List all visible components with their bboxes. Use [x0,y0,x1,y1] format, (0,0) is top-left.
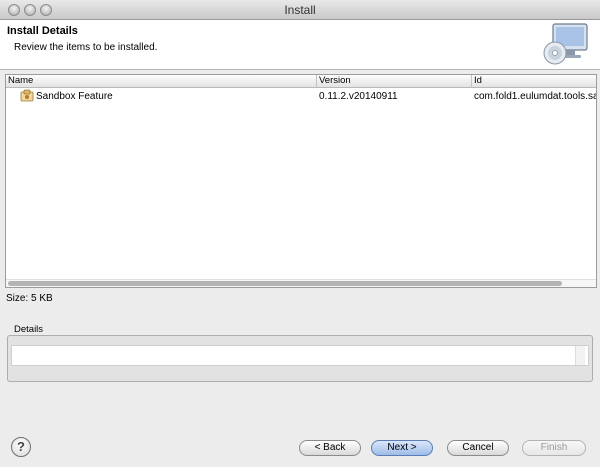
banner-title: Install Details [7,25,78,37]
column-header-name[interactable]: Name [6,75,317,88]
back-button[interactable]: < Back [299,440,361,456]
banner-subtitle: Review the items to be installed. [14,42,158,53]
column-header-version[interactable]: Version [317,75,472,88]
table-row[interactable]: Sandbox Feature 0.11.2.v20140911 com.fol… [6,89,596,105]
install-items-table[interactable]: Name Version Id Sandbox Feature 0.11.2.v… [5,74,597,288]
next-button[interactable]: Next > [371,440,433,456]
details-label: Details [14,324,44,335]
row-id-cell: com.fold1.eulumdat.tools.san [474,91,597,102]
wizard-banner: Install Details Review the items to be i… [0,20,600,70]
vertical-scrollbar[interactable] [575,346,585,365]
row-name-cell: Sandbox Feature [20,89,315,105]
help-icon[interactable]: ? [11,437,31,457]
install-wizard-icon [543,23,588,65]
cancel-button[interactable]: Cancel [447,440,509,456]
size-label: Size: 5 KB [6,293,53,304]
feature-plugin-icon [20,89,34,102]
column-header-id[interactable]: Id [472,75,596,88]
finish-button[interactable]: Finish [522,440,586,456]
horizontal-scrollbar[interactable] [6,279,596,287]
row-version-cell: 0.11.2.v20140911 [319,91,398,102]
details-text-area[interactable] [11,345,589,366]
table-header: Name Version Id [6,75,596,88]
window-title: Install [284,3,316,17]
details-group [7,335,593,382]
title-bar: Install [0,0,600,20]
horizontal-scroll-thumb[interactable] [8,281,562,286]
row-name-label: Sandbox Feature [36,91,113,102]
